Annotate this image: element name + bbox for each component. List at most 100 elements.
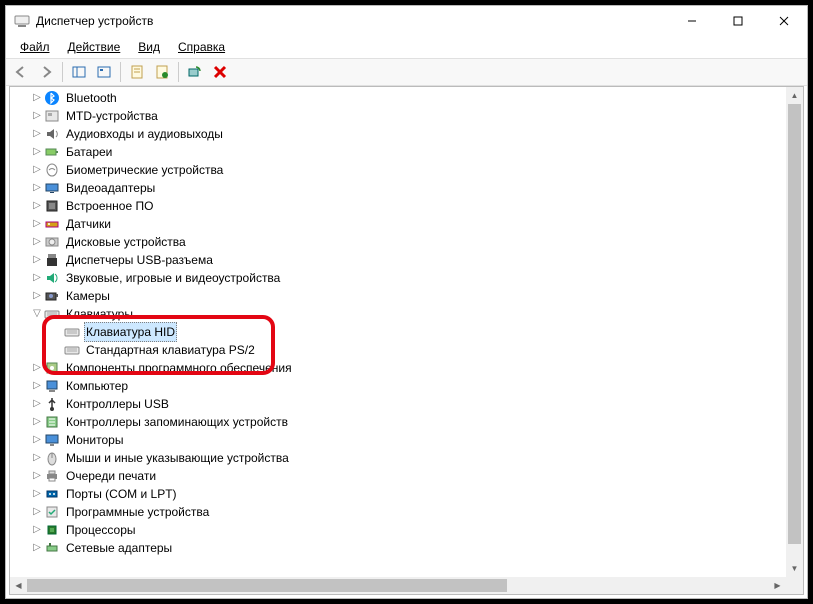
toolbar-back-button[interactable] — [10, 61, 32, 83]
expand-icon[interactable]: ▷ — [30, 395, 44, 413]
battery-icon — [44, 144, 60, 160]
expand-icon[interactable]: ▷ — [30, 503, 44, 521]
expand-icon[interactable]: ▷ — [30, 449, 44, 467]
tree-node[interactable]: ▷ Контроллеры запоминающих устройств — [10, 413, 786, 431]
tree-node[interactable]: ▷Аудиовходы и аудиовыходы — [10, 125, 786, 143]
tree-node[interactable]: Клавиатура HID — [10, 323, 786, 341]
expand-icon[interactable]: ▷ — [30, 521, 44, 539]
tree-node-label: Диспетчеры USB-разъема — [64, 251, 215, 269]
expand-icon[interactable]: ▷ — [30, 287, 44, 305]
horizontal-scrollbar[interactable]: ◀ ▶ — [10, 577, 786, 594]
close-button[interactable] — [761, 6, 807, 36]
maximize-button[interactable] — [715, 6, 761, 36]
menu-view[interactable]: Вид — [130, 38, 168, 56]
tree-node[interactable]: ▷ Видеоадаптеры — [10, 179, 786, 197]
tree-node-label: Контроллеры запоминающих устройств — [64, 413, 290, 431]
expand-icon[interactable]: ▷ — [30, 467, 44, 485]
mouse-icon — [44, 450, 60, 466]
scroll-down-icon[interactable]: ▼ — [786, 560, 803, 577]
device-tree-panel: ▷Bluetooth▷MTD-устройства▷Аудиовходы и а… — [9, 86, 804, 595]
cam-icon — [44, 288, 60, 304]
tree-node-label: Компоненты программного обеспечения — [64, 359, 294, 377]
cpu-icon — [44, 522, 60, 538]
tree-node[interactable]: ▷Звуковые, игровые и видеоустройства — [10, 269, 786, 287]
device-tree[interactable]: ▷Bluetooth▷MTD-устройства▷Аудиовходы и а… — [10, 87, 786, 594]
pc-icon — [44, 378, 60, 394]
tree-node-label: Стандартная клавиатура PS/2 — [84, 341, 257, 359]
expand-icon[interactable]: ▷ — [30, 197, 44, 215]
toolbar-properties2-button[interactable] — [151, 61, 173, 83]
tree-node[interactable]: ▷ Процессоры — [10, 521, 786, 539]
scroll-thumb-v[interactable] — [788, 104, 801, 544]
scroll-up-icon[interactable]: ▲ — [786, 87, 803, 104]
expand-icon[interactable]: ▷ — [30, 125, 44, 143]
expand-icon[interactable]: ▷ — [30, 269, 44, 287]
expand-icon[interactable]: ▷ — [30, 539, 44, 557]
tree-node-label: Встроенное ПО — [64, 197, 155, 215]
tree-node-label: Мониторы — [64, 431, 125, 449]
scroll-thumb-h[interactable] — [27, 579, 507, 592]
tree-node-label: Компьютер — [64, 377, 130, 395]
toolbar-scan-button[interactable] — [184, 61, 206, 83]
minimize-button[interactable] — [669, 6, 715, 36]
tree-node[interactable]: ▷Bluetooth — [10, 89, 786, 107]
toolbar-show-button[interactable] — [68, 61, 90, 83]
tree-node-label: Процессоры — [64, 521, 138, 539]
scroll-left-icon[interactable]: ◀ — [10, 577, 27, 594]
expand-icon[interactable]: ▷ — [30, 215, 44, 233]
toolbar-uninstall-button[interactable] — [209, 61, 231, 83]
tree-node[interactable]: ▷Камеры — [10, 287, 786, 305]
scroll-right-icon[interactable]: ▶ — [769, 577, 786, 594]
port-icon — [44, 486, 60, 502]
expand-icon[interactable]: ▷ — [30, 413, 44, 431]
expand-icon[interactable]: ▷ — [30, 431, 44, 449]
vertical-scrollbar[interactable]: ▲ ▼ — [786, 87, 803, 577]
tree-node-label: Очереди печати — [64, 467, 158, 485]
tree-node[interactable]: ▽Клавиатуры — [10, 305, 786, 323]
tree-node-label: Контроллеры USB — [64, 395, 171, 413]
toolbar-properties-button[interactable] — [126, 61, 148, 83]
expand-icon[interactable]: ▷ — [30, 89, 44, 107]
expand-icon[interactable]: ▷ — [30, 107, 44, 125]
expand-icon[interactable]: ▷ — [30, 485, 44, 503]
tree-node[interactable]: ▷Порты (COM и LPT) — [10, 485, 786, 503]
menu-file[interactable]: Файл — [12, 38, 58, 56]
tree-node[interactable]: Стандартная клавиатура PS/2 — [10, 341, 786, 359]
bt-icon — [44, 90, 60, 106]
expand-icon[interactable]: ▷ — [30, 251, 44, 269]
sensor-icon — [44, 216, 60, 232]
tree-node[interactable]: ▷ Компьютер — [10, 377, 786, 395]
tree-node[interactable]: ▷ Контроллеры USB — [10, 395, 786, 413]
tree-node[interactable]: ▷ Компоненты программного обеспечения — [10, 359, 786, 377]
toolbar-forward-button[interactable] — [35, 61, 57, 83]
tree-node[interactable]: ▷Программные устройства — [10, 503, 786, 521]
collapse-icon[interactable]: ▽ — [30, 305, 44, 323]
expand-icon[interactable]: ▷ — [30, 161, 44, 179]
menu-action[interactable]: Действие — [60, 38, 129, 56]
tree-node[interactable]: ▷Мыши и иные указывающие устройства — [10, 449, 786, 467]
tree-node[interactable]: ▷Сетевые адаптеры — [10, 539, 786, 557]
tree-node-label: Биометрические устройства — [64, 161, 225, 179]
app-icon — [14, 13, 30, 29]
tree-node[interactable]: ▷ Диспетчеры USB-разъема — [10, 251, 786, 269]
tree-node[interactable]: ▷Батареи — [10, 143, 786, 161]
tree-node[interactable]: ▷Дисковые устройства — [10, 233, 786, 251]
tree-node[interactable]: ▷ Встроенное ПО — [10, 197, 786, 215]
expand-icon[interactable]: ▷ — [30, 143, 44, 161]
tree-node-label: Видеоадаптеры — [64, 179, 157, 197]
menu-help[interactable]: Справка — [170, 38, 233, 56]
menubar: Файл Действие Вид Справка — [6, 36, 807, 58]
print-icon — [44, 468, 60, 484]
expand-icon[interactable]: ▷ — [30, 233, 44, 251]
expand-icon[interactable]: ▷ — [30, 359, 44, 377]
expand-icon[interactable]: ▷ — [30, 377, 44, 395]
tree-node[interactable]: ▷Датчики — [10, 215, 786, 233]
window-title: Диспетчер устройств — [36, 14, 669, 28]
toolbar-help-button[interactable] — [93, 61, 115, 83]
tree-node[interactable]: ▷ Мониторы — [10, 431, 786, 449]
tree-node[interactable]: ▷ Биометрические устройства — [10, 161, 786, 179]
tree-node[interactable]: ▷ Очереди печати — [10, 467, 786, 485]
tree-node[interactable]: ▷MTD-устройства — [10, 107, 786, 125]
expand-icon[interactable]: ▷ — [30, 179, 44, 197]
device-manager-window: Диспетчер устройств Файл Действие Вид Сп… — [5, 5, 808, 599]
